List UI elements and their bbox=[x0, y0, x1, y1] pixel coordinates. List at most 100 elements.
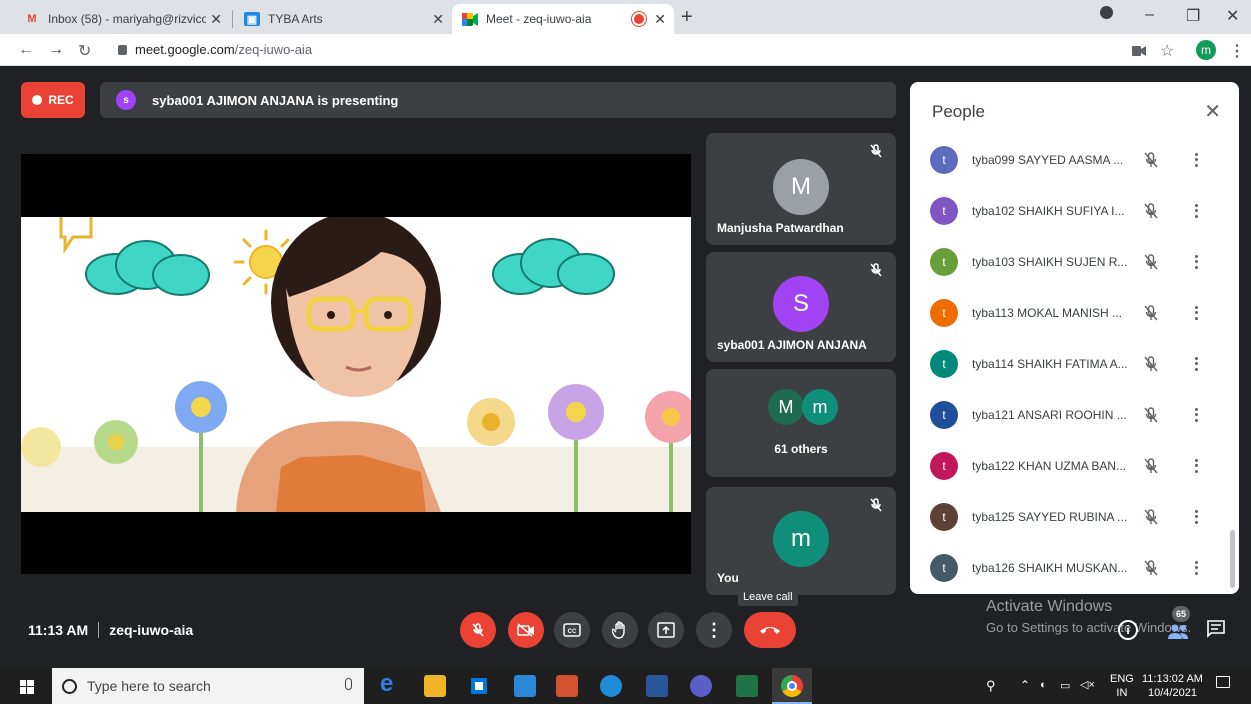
participant-avatar: m bbox=[773, 511, 829, 567]
participant-row[interactable]: t tyba121 ANSARI ROOHIN ... bbox=[910, 389, 1239, 440]
others-tile[interactable]: M m 61 others bbox=[706, 369, 896, 477]
close-panel-icon[interactable]: ✕ bbox=[1204, 99, 1221, 124]
participant-name: tyba121 ANSARI ROOHIN ... bbox=[972, 407, 1127, 422]
close-icon[interactable]: ✕ bbox=[654, 11, 666, 28]
captions-icon: CC bbox=[563, 623, 581, 637]
gmail-icon: M bbox=[27, 13, 37, 25]
battery-icon[interactable]: ▭ bbox=[1060, 679, 1070, 692]
browser-menu-icon[interactable]: ⋮ bbox=[1229, 41, 1245, 61]
mic-toggle-button[interactable] bbox=[460, 612, 496, 648]
participant-name: tyba099 SAYYED AASMA ... bbox=[972, 152, 1124, 167]
file-explorer-icon[interactable] bbox=[424, 675, 446, 697]
mail-icon[interactable] bbox=[514, 675, 536, 697]
more-options-icon[interactable] bbox=[1190, 355, 1202, 373]
bookmark-star-icon[interactable]: ☆ bbox=[1160, 41, 1174, 61]
participant-avatar: t bbox=[930, 196, 958, 225]
more-options-icon[interactable] bbox=[1190, 406, 1202, 424]
captions-button[interactable]: CC bbox=[554, 612, 590, 648]
network-icon[interactable]: ◐ bbox=[1040, 679, 1047, 691]
store-icon[interactable] bbox=[468, 675, 490, 697]
meeting-info-button[interactable]: i bbox=[1118, 620, 1138, 640]
participant-row[interactable]: t tyba125 SAYYED RUBINA ... bbox=[910, 491, 1239, 542]
teams-icon[interactable] bbox=[690, 675, 712, 697]
more-options-icon[interactable] bbox=[1190, 508, 1202, 526]
participant-row[interactable]: t tyba102 SHAIKH SUFIYA I... bbox=[910, 185, 1239, 236]
camera-in-use-icon[interactable] bbox=[1132, 43, 1146, 61]
more-options-icon[interactable] bbox=[1190, 559, 1202, 577]
present-now-button[interactable] bbox=[648, 612, 684, 648]
participant-avatar: M bbox=[773, 159, 829, 215]
more-options-icon[interactable] bbox=[1190, 457, 1202, 475]
chat-icon bbox=[1207, 620, 1225, 638]
chrome-taskbar-item[interactable] bbox=[772, 668, 812, 704]
participant-tile[interactable]: M Manjusha Patwardhan bbox=[706, 133, 896, 245]
close-icon[interactable]: ✕ bbox=[210, 11, 222, 28]
participant-row[interactable]: t tyba099 SAYYED AASMA ... bbox=[910, 134, 1239, 185]
reload-icon[interactable]: ↻ bbox=[78, 41, 91, 61]
tab-label: Inbox (58) - mariyahg@rizvicolle bbox=[48, 12, 206, 26]
participant-tile[interactable]: S syba001 AJIMON ANJANA bbox=[706, 252, 896, 362]
participant-name: tyba102 SHAIKH SUFIYA I... bbox=[972, 203, 1125, 218]
language-indicator[interactable]: ENG IN bbox=[1110, 672, 1134, 700]
people-button[interactable]: 65 bbox=[1160, 606, 1200, 642]
mic-off-icon bbox=[1144, 202, 1158, 218]
participant-name: tyba113 MOKAL MANISH ... bbox=[972, 305, 1123, 320]
browser-tab-strip: M Inbox (58) - mariyahg@rizvicolle ✕ ▣ T… bbox=[0, 0, 1251, 34]
tab-meet[interactable]: Meet - zeq-iuwo-aia ✕ bbox=[452, 4, 674, 34]
people-icon bbox=[1168, 624, 1188, 639]
presenter-avatar: s bbox=[116, 90, 136, 110]
more-options-icon[interactable] bbox=[1190, 202, 1202, 220]
window-close-icon[interactable]: ✕ bbox=[1226, 6, 1239, 26]
tab-tyba-arts[interactable]: ▣ TYBA Arts ✕ bbox=[234, 4, 452, 34]
powerpoint-icon[interactable] bbox=[556, 675, 578, 697]
participant-row[interactable]: t tyba114 SHAIKH FATIMA A... bbox=[910, 338, 1239, 389]
url-field[interactable]: meet.google.com/zeq-iuwo-aia bbox=[118, 42, 312, 57]
rec-label: REC bbox=[48, 93, 74, 107]
people-tray-icon[interactable]: ⚲ bbox=[986, 678, 996, 694]
new-tab-icon[interactable]: + bbox=[681, 6, 693, 29]
forward-icon[interactable]: → bbox=[48, 41, 64, 59]
clock[interactable]: 11:13:02 AM 10/4/2021 bbox=[1142, 672, 1203, 700]
participant-avatar: t bbox=[930, 502, 958, 531]
profile-menu-icon[interactable] bbox=[1100, 6, 1113, 24]
show-hidden-icons[interactable]: ⌃ bbox=[1020, 678, 1030, 692]
panel-scrollbar[interactable] bbox=[1230, 530, 1235, 588]
raise-hand-button[interactable] bbox=[602, 612, 638, 648]
taskbar-search-box[interactable]: Type here to search bbox=[52, 668, 364, 704]
more-options-icon[interactable] bbox=[1190, 253, 1202, 271]
chat-button[interactable] bbox=[1206, 620, 1228, 640]
more-options-button[interactable]: ⋮ bbox=[696, 612, 732, 648]
profile-avatar[interactable]: m bbox=[1196, 40, 1216, 60]
participant-avatar: t bbox=[930, 553, 958, 582]
edge-icon[interactable] bbox=[600, 675, 622, 697]
minimize-icon[interactable]: – bbox=[1145, 6, 1154, 24]
notifications-icon[interactable] bbox=[1216, 676, 1230, 688]
windows-start-icon[interactable] bbox=[20, 680, 34, 694]
volume-icon[interactable]: ◁× bbox=[1080, 678, 1095, 691]
close-icon[interactable]: ✕ bbox=[432, 11, 444, 28]
more-options-icon[interactable] bbox=[1190, 151, 1202, 169]
participant-name: tyba125 SAYYED RUBINA ... bbox=[972, 509, 1128, 524]
participant-row[interactable]: t tyba122 KHAN UZMA BAN... bbox=[910, 440, 1239, 491]
participant-name: tyba114 SHAIKH FATIMA A... bbox=[972, 356, 1128, 371]
self-tile[interactable]: m You bbox=[706, 487, 896, 595]
participant-row[interactable]: t tyba126 SHAIKH MUSKAN... bbox=[910, 542, 1239, 593]
word-icon[interactable] bbox=[646, 675, 668, 697]
tab-inbox[interactable]: M Inbox (58) - mariyahg@rizvicolle ✕ bbox=[14, 4, 230, 34]
participant-name: Manjusha Patwardhan bbox=[717, 221, 844, 235]
microphone-icon[interactable] bbox=[345, 678, 352, 690]
maximize-icon[interactable]: ❐ bbox=[1186, 6, 1200, 26]
more-options-icon[interactable] bbox=[1190, 304, 1202, 322]
address-bar: ← → ↻ meet.google.com/zeq-iuwo-aia ☆ m ⋮ bbox=[0, 34, 1251, 66]
edge-legacy-icon[interactable]: e bbox=[380, 670, 402, 697]
meeting-details[interactable]: 11:13 AM zeq-iuwo-aia bbox=[28, 622, 193, 638]
hang-up-icon bbox=[760, 627, 780, 634]
participant-row[interactable]: t tyba113 MOKAL MANISH ... bbox=[910, 287, 1239, 338]
back-icon[interactable]: ← bbox=[18, 41, 34, 59]
leave-call-button[interactable] bbox=[744, 612, 796, 648]
profile-initial: m bbox=[1201, 43, 1211, 57]
excel-icon[interactable] bbox=[736, 675, 758, 697]
tab-label: Meet - zeq-iuwo-aia bbox=[486, 12, 592, 26]
camera-toggle-button[interactable] bbox=[508, 612, 544, 648]
participant-row[interactable]: t tyba103 SHAIKH SUJEN R... bbox=[910, 236, 1239, 287]
